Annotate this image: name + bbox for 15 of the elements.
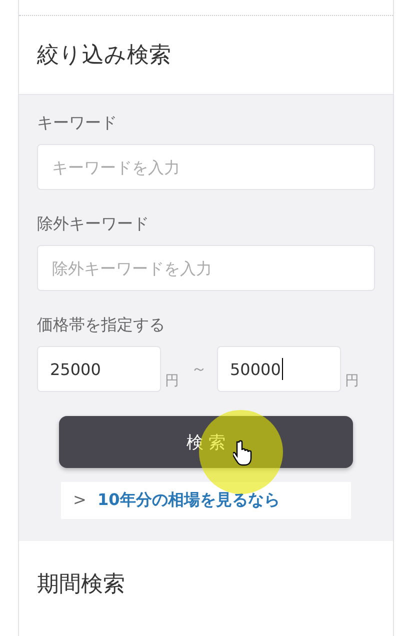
unit-label: 円 [345, 372, 359, 390]
section-title: 期間検索 [37, 572, 125, 597]
unit-label: 円 [165, 372, 179, 390]
history-link[interactable]: > 10年分の相場を見るなら [61, 482, 351, 519]
hand-cursor-icon [233, 440, 253, 466]
input-field[interactable]: 25000 [37, 346, 161, 392]
input-field[interactable]: キーワードを入力 [37, 144, 375, 190]
input-field[interactable]: 50000 [217, 346, 341, 392]
search-button[interactable]: 検 索 [59, 416, 353, 468]
input-field[interactable]: 除外キーワードを入力 [37, 245, 375, 291]
range-separator: ～ [191, 358, 207, 380]
field-label: 除外キーワード [37, 214, 150, 235]
field-label: 価格帯を指定する [37, 315, 166, 336]
section-title: 絞り込み検索 [37, 42, 171, 70]
field-label: キーワード [37, 113, 118, 134]
